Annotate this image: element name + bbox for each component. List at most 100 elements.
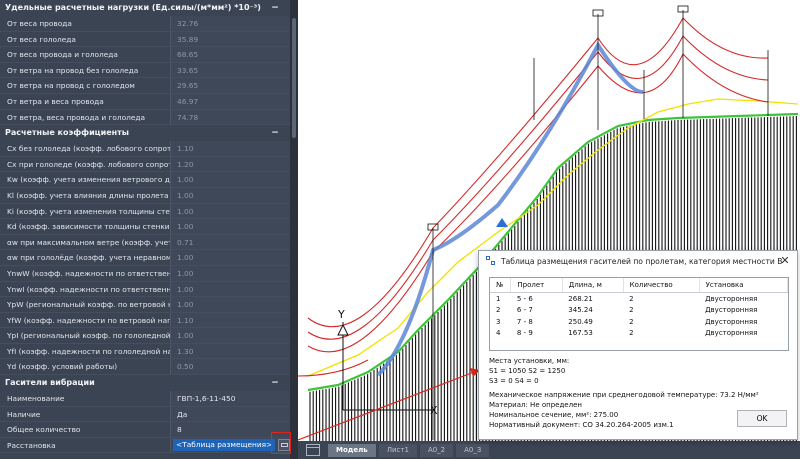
property-label: От ветра на провод без гололеда [7,65,139,75]
section-header[interactable]: Расчетные коэффициенты − [0,125,290,142]
property-row[interactable]: Наименование ГВП-1,6-11-450 [0,391,290,407]
property-value[interactable]: 1.00 [170,297,290,312]
table-row[interactable]: 2 6 - 7 345.24 2 Двусторонняя [490,304,788,316]
table-cell: 2 [629,317,634,326]
property-value[interactable]: 1.00 [170,328,290,343]
column-header[interactable]: № [490,278,512,293]
column-header[interactable]: Количество [623,278,700,293]
highlight-frame [271,432,291,454]
layout-list-icon[interactable] [306,444,320,456]
property-row[interactable]: От ветра, веса провода и гололеда 74.78 [0,109,290,126]
property-value[interactable]: 1.20 [170,156,290,172]
property-row[interactable]: αw при максимальном ветре (коэфф. учет..… [0,234,290,251]
table-cell: 2 [629,295,634,303]
property-value[interactable]: 1.30 [170,343,290,359]
property-row[interactable]: От веса гололеда 35.89 [0,31,290,48]
property-row[interactable]: Cx при гололеде (коэфф. лобового сопрот.… [0,156,290,173]
table-icon [486,256,496,266]
property-row[interactable]: Kw (коэфф. учета изменения ветрового д..… [0,172,290,188]
table-cell: Двусторонняя [705,329,758,338]
property-value[interactable]: 0.71 [170,234,290,250]
table-row[interactable]: 4 8 - 9 167.53 2 Двусторонняя [490,327,788,339]
collapse-icon[interactable]: − [270,375,280,391]
property-value[interactable]: 1.10 [170,312,290,328]
property-row[interactable]: Общее количество 8 [0,422,290,438]
property-value[interactable]: 46.97 [170,93,290,109]
property-value[interactable]: 0.50 [170,359,290,375]
collapse-icon[interactable]: − [270,0,280,16]
close-icon[interactable]: ✕ [779,254,791,267]
property-row[interactable]: Наличие Да [0,406,290,423]
property-row[interactable]: От ветра на провод с гололедом 29.65 [0,78,290,94]
property-label: YnwW (коэфф. надежности по ответствен... [7,268,170,278]
property-label: Ki (коэфф. учета изменения толщины стенк… [7,206,170,216]
property-label: Cx при гололеде (коэфф. лобового сопрот.… [7,159,170,169]
property-row[interactable]: От ветра на провод без гололеда 33.65 [0,62,290,79]
normative-text: Нормативный документ: СО 34.20.264-2005 … [489,421,674,429]
section-header[interactable]: Удельные расчетные нагрузки (Ед.силы/(м*… [0,0,290,16]
property-row[interactable]: От веса провода и гололеда 68.65 [0,47,290,63]
property-value[interactable]: 1.10 [170,141,290,156]
property-row[interactable]: Ki (коэфф. учета изменения толщины стенк… [0,203,290,220]
property-value[interactable]: 32.76 [170,16,290,31]
property-value[interactable]: ГВП-1,6-11-450 [170,391,290,406]
triangle-marker [496,218,508,227]
property-label: От веса провода [7,19,72,28]
scrollbar-thumb[interactable] [292,18,296,138]
layout-tab[interactable]: А0_3 [456,444,490,457]
property-row[interactable]: YpW (региональный коэфф. по ветровой н..… [0,297,290,313]
property-row[interactable]: Cx без гололеда (коэфф. лобового сопрот.… [0,141,290,157]
table-cell: 167.53 [568,329,593,338]
property-label: Наличие [7,409,41,419]
property-row[interactable]: От веса провода 32.76 [0,16,290,32]
property-row[interactable]: YnwI (коэфф. надежности по ответственн..… [0,281,290,298]
dampers-table-frame: № Пролет Длина, м Количество Установка 1 5 - … [489,277,789,351]
places-line-2: S3 = 0 S4 = 0 [489,377,539,385]
property-value[interactable]: 1.00 [170,265,290,281]
property-value[interactable]: 68.65 [170,47,290,62]
table-cell: 268.21 [568,295,593,303]
section-title: Гасители вибрации [5,378,95,388]
property-row[interactable]: Yd (коэфф. условий работы) 0.50 [0,359,290,376]
layout-tab[interactable]: Модель [328,444,376,457]
section-header[interactable]: Гасители вибрации − [0,375,290,392]
property-row[interactable]: YfI (коэфф. надежности по гололедной на.… [0,343,290,360]
property-value[interactable]: 1.00 [170,281,290,297]
property-row[interactable]: От ветра и веса провода 46.97 [0,93,290,110]
column-header[interactable]: Пролет [510,278,563,293]
property-row[interactable]: Kd (коэфф. зависимости толщины стенки г.… [0,219,290,235]
property-value[interactable]: 33.65 [170,62,290,78]
layout-tab[interactable]: А0_2 [419,444,454,457]
property-label: YfW (коэфф. надежности по ветровой наг..… [7,315,170,325]
table-row[interactable]: 3 7 - 8 250.49 2 Двусторонняя [490,316,788,328]
property-label: От ветра, веса провода и гололеда [7,112,146,122]
table-cell: Двусторонняя [705,306,758,315]
property-value[interactable]: Да [170,406,290,422]
property-row[interactable]: YnwW (коэфф. надежности по ответствен...… [0,265,290,282]
table-cell: Двусторонняя [705,317,758,326]
property-row[interactable]: Kl (коэфф. учета влияния длины пролета .… [0,187,290,204]
property-value[interactable]: 29.65 [170,78,290,93]
table-cell: 1 [496,295,501,303]
property-row[interactable]: YpI (региональный коэфф. по гололедной .… [0,328,290,344]
property-value[interactable]: 74.78 [170,109,290,125]
property-row[interactable]: αw при гололёде (коэфф. учета неравном..… [0,250,290,266]
placement-table-link[interactable]: <Таблица размещения> [173,439,276,452]
collapse-icon[interactable]: − [270,125,280,141]
property-value[interactable]: 35.89 [170,31,290,47]
property-value[interactable]: 1.00 [170,203,290,219]
property-row[interactable]: YfW (коэфф. надежности по ветровой наг..… [0,312,290,329]
column-header[interactable]: Длина, м [562,278,624,293]
property-value[interactable]: 1.00 [170,187,290,203]
property-label: Наименование [7,394,65,404]
ok-button[interactable]: OK [737,410,787,427]
property-value[interactable]: 1.00 [170,250,290,265]
dialog-titlebar[interactable]: Таблица размещения гасителей по пролетам… [479,251,797,271]
property-row[interactable]: Расстановка <Таблица размещения> [0,437,290,454]
properties-scrollbar[interactable] [290,0,298,459]
table-row[interactable]: 1 5 - 6 268.21 2 Двусторонняя [490,293,788,305]
property-value[interactable]: 1.00 [170,172,290,187]
column-header[interactable]: Установка [699,278,789,293]
property-value[interactable]: 1.00 [170,219,290,234]
layout-tab[interactable]: Лист1 [378,444,417,457]
